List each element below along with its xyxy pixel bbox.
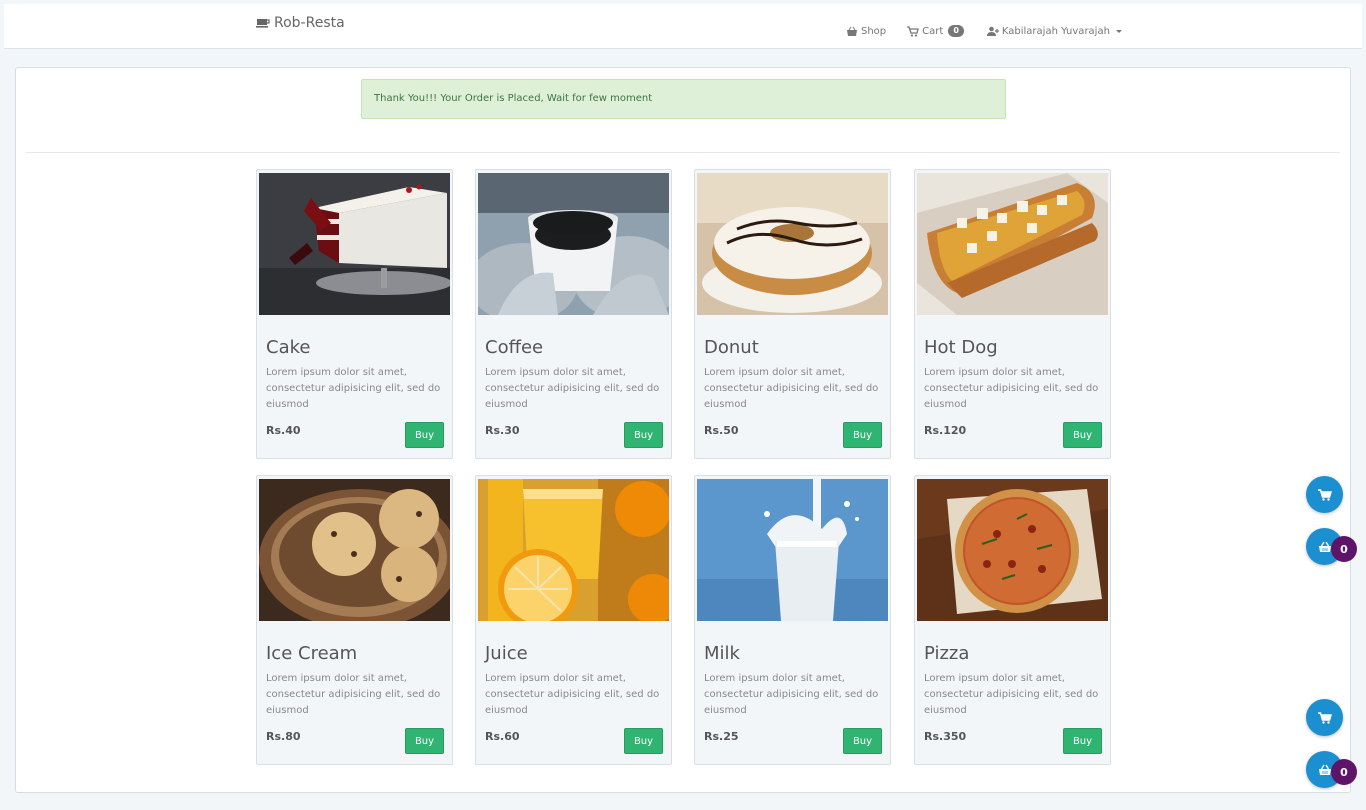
product-image-juice — [478, 479, 669, 621]
buy-button-coffee[interactable]: Buy — [624, 422, 663, 448]
floating-cart-button[interactable] — [1306, 699, 1343, 736]
product-name: Hot Dog — [924, 337, 998, 358]
product-description: Lorem ipsum dolor sit amet, consectetur … — [924, 673, 1099, 716]
product-price: Rs.30 — [485, 424, 520, 437]
product-description: Lorem ipsum dolor sit amet, consectetur … — [924, 367, 1099, 410]
product-name: Ice Cream — [266, 643, 358, 664]
floating-cart-button[interactable] — [1306, 476, 1343, 513]
product-card-milk: Milk Lorem ipsum dolor sit amet, consect… — [694, 475, 891, 765]
product-price: Rs.60 — [485, 730, 520, 743]
nav-shop-label: Shop — [861, 25, 887, 37]
product-description: Lorem ipsum dolor sit amet, consectetur … — [485, 673, 660, 716]
product-name: Cake — [266, 337, 311, 358]
product-image-pizza — [917, 479, 1108, 621]
nav-menu: Shop Cart 0 Kabilarajah Yuvarajah — [846, 25, 1122, 37]
product-name: Milk — [704, 643, 740, 664]
product-card-coffee: Coffee Lorem ipsum dolor sit amet, conse… — [475, 169, 672, 459]
product-image-ice-cream — [259, 479, 450, 621]
chevron-down-icon — [1115, 29, 1122, 33]
basket-icon — [1318, 764, 1331, 775]
product-image-hot-dog — [917, 173, 1108, 315]
product-image-donut — [697, 173, 888, 315]
floating-basket-count-badge: 0 — [1331, 759, 1357, 785]
buy-button-pizza[interactable]: Buy — [1063, 728, 1102, 754]
alert-message: Thank You!!! Your Order is Placed, Wait … — [374, 93, 653, 104]
buy-button-donut[interactable]: Buy — [843, 422, 882, 448]
product-description: Lorem ipsum dolor sit amet, consectetur … — [485, 367, 660, 410]
nav-shop-link[interactable]: Shop — [846, 26, 886, 37]
cart-icon — [907, 25, 919, 37]
buy-button-hot-dog[interactable]: Buy — [1063, 422, 1102, 448]
product-card-cake: Cake Lorem ipsum dolor sit amet, consect… — [256, 169, 453, 459]
product-image-coffee — [478, 173, 669, 315]
product-price: Rs.40 — [266, 424, 301, 437]
cart-count-badge: 0 — [948, 25, 964, 37]
user-name: Kabilarajah Yuvarajah — [1001, 25, 1110, 37]
product-price: Rs.50 — [704, 424, 739, 437]
product-price: Rs.350 — [924, 730, 967, 743]
product-description: Lorem ipsum dolor sit amet, consectetur … — [266, 673, 441, 716]
order-success-alert: Thank You!!! Your Order is Placed, Wait … — [361, 79, 1006, 119]
product-name: Coffee — [485, 337, 544, 358]
product-card-hot-dog: Hot Dog Lorem ipsum dolor sit amet, cons… — [914, 169, 1111, 459]
product-price: Rs.120 — [924, 424, 967, 437]
product-card-pizza: Pizza Lorem ipsum dolor sit amet, consec… — [914, 475, 1111, 765]
floating-basket-count-badge: 0 — [1331, 536, 1357, 562]
product-image-milk — [697, 479, 888, 621]
product-description: Lorem ipsum dolor sit amet, consectetur … — [704, 367, 879, 410]
cart-icon — [1317, 488, 1332, 501]
product-price: Rs.25 — [704, 730, 739, 743]
product-name: Donut — [704, 337, 759, 358]
product-card-juice: Juice Lorem ipsum dolor sit amet, consec… — [475, 475, 672, 765]
nav-cart-label: Cart — [922, 25, 944, 37]
brand-label: Rob-Resta — [274, 15, 345, 31]
user-plus-icon — [986, 26, 999, 36]
brand-link[interactable]: Rob-Resta — [256, 15, 345, 31]
basket-icon — [847, 26, 857, 36]
basket-icon — [1318, 541, 1331, 552]
navbar: Rob-Resta Shop Cart 0 Kabilarajah Yuvara… — [4, 4, 1362, 49]
product-price: Rs.80 — [266, 730, 301, 743]
buy-button-juice[interactable]: Buy — [624, 728, 663, 754]
user-menu-dropdown[interactable]: Kabilarajah Yuvarajah — [986, 25, 1122, 37]
buy-button-milk[interactable]: Buy — [843, 728, 882, 754]
product-name: Juice — [485, 643, 528, 664]
nav-cart-link[interactable]: Cart 0 — [907, 25, 964, 37]
buy-button-ice-cream[interactable]: Buy — [405, 728, 444, 754]
product-card-donut: Donut Lorem ipsum dolor sit amet, consec… — [694, 169, 891, 459]
product-description: Lorem ipsum dolor sit amet, consectetur … — [704, 673, 879, 716]
cart-icon — [1317, 711, 1332, 724]
product-card-ice-cream: Ice Cream Lorem ipsum dolor sit amet, co… — [256, 475, 453, 765]
product-image-cake — [259, 173, 450, 315]
buy-button-cake[interactable]: Buy — [405, 422, 444, 448]
divider — [26, 152, 1340, 153]
coffee-cup-icon — [256, 19, 270, 28]
product-description: Lorem ipsum dolor sit amet, consectetur … — [266, 367, 441, 410]
product-name: Pizza — [924, 643, 970, 664]
main-panel: Thank You!!! Your Order is Placed, Wait … — [15, 67, 1351, 793]
